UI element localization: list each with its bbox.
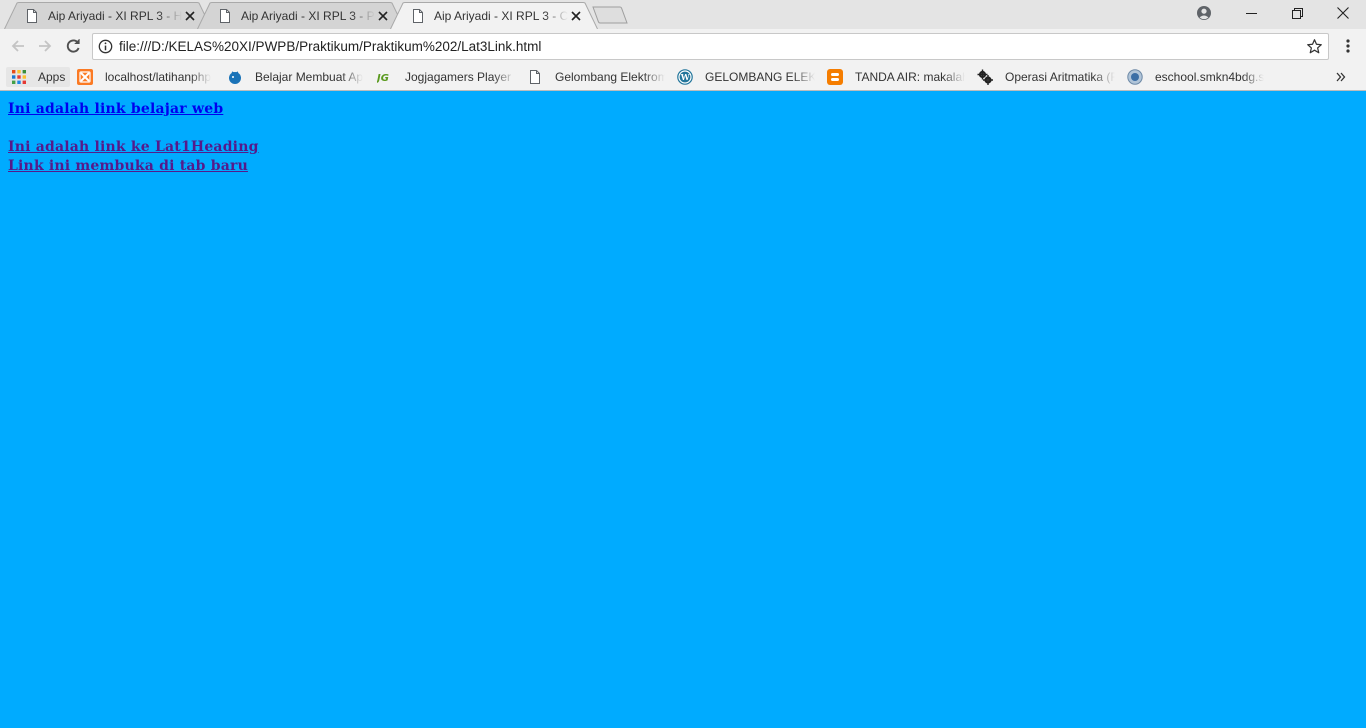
bookmark-gelombang-elektr[interactable]: W GELOMBANG ELEKTR	[677, 67, 815, 87]
blue-bird-icon	[227, 69, 243, 85]
bookmark-label: Jogjagamers Player F	[405, 70, 515, 84]
tab-title: Aip Ariyadi - XI RPL 3 - Paragraf	[241, 8, 375, 23]
page-icon	[27, 8, 37, 23]
page-icon	[220, 8, 230, 23]
xampp-icon	[77, 69, 93, 85]
bookmark-label: eschool.smkn4bdg.s	[1155, 70, 1265, 84]
chevron-double-right-icon[interactable]	[1336, 72, 1346, 82]
address-bar[interactable]: file:///D:/KELAS%20XI/PWPB/Praktikum/Pra…	[92, 33, 1329, 60]
browser-tab-active[interactable]: Aip Ariyadi - XI RPL 3 - Cara Membuat Li…	[390, 2, 598, 29]
back-button[interactable]	[5, 33, 31, 59]
bookmark-label: Belajar Membuat Ap	[255, 70, 364, 84]
bookmark-operasi-aritmatika[interactable]: Operasi Aritmatika (F	[977, 67, 1115, 87]
bookmark-gelombang[interactable]: Gelombang Elektrom	[527, 67, 665, 87]
close-tab-icon[interactable]	[568, 8, 584, 24]
arrow-left-icon	[11, 40, 24, 52]
bookmark-belajar-membuat[interactable]: Belajar Membuat Ap	[227, 67, 365, 87]
school-logo-icon	[1127, 69, 1143, 85]
tab-strip: Aip Ariyadi - XI RPL 3 - Heading Aip Ari…	[0, 0, 1366, 29]
bookmarks-bar: Apps localhost/latihanphp Belajar Membua…	[0, 63, 1366, 91]
gears-icon	[977, 69, 993, 85]
browser-tab[interactable]: Aip Ariyadi - XI RPL 3 - Paragraf	[197, 2, 405, 29]
bookmark-label: localhost/latihanphp	[105, 70, 212, 84]
close-window-button[interactable]	[1320, 0, 1366, 26]
restore-button[interactable]	[1274, 0, 1320, 26]
blogger-icon	[827, 69, 843, 85]
page-content: Ini adalah link belajar web Ini adalah l…	[0, 92, 1366, 728]
bookmark-eschool[interactable]: eschool.smkn4bdg.s	[1127, 67, 1265, 87]
jg-logo-icon: JG	[377, 69, 393, 85]
url-text[interactable]: file:///D:/KELAS%20XI/PWPB/Praktikum/Pra…	[119, 34, 541, 59]
bookmark-apps[interactable]: Apps	[6, 67, 70, 87]
minimize-button[interactable]	[1228, 0, 1274, 26]
bookmark-label: Operasi Aritmatika (F	[1005, 70, 1115, 84]
link-belajar-web[interactable]: Ini adalah link belajar web	[8, 101, 223, 117]
new-tab-button[interactable]	[592, 6, 628, 24]
forward-button[interactable]	[32, 33, 58, 59]
link-new-tab[interactable]: Link ini membuka di tab baru	[8, 158, 248, 174]
kebab-menu-icon	[1346, 39, 1350, 53]
tab-title: Aip Ariyadi - XI RPL 3 - Heading	[48, 8, 182, 23]
bookmark-label: Gelombang Elektrom	[555, 70, 665, 84]
close-tab-icon[interactable]	[182, 8, 198, 24]
apps-grid-icon	[11, 69, 27, 85]
link-lat1heading[interactable]: Ini adalah link ke Lat1Heading	[8, 139, 259, 155]
menu-button[interactable]	[1336, 33, 1360, 59]
profile-icon[interactable]	[1182, 0, 1226, 26]
bookmark-label: Apps	[38, 70, 66, 84]
reload-button[interactable]	[60, 33, 86, 59]
bookmark-label: TANDA AIR: makalah	[855, 70, 965, 84]
wordpress-icon: W	[677, 69, 693, 85]
page-icon	[413, 8, 423, 23]
reload-icon	[66, 39, 80, 53]
info-icon[interactable]	[98, 39, 113, 54]
arrow-right-icon	[39, 40, 52, 52]
page-icon	[527, 69, 543, 85]
browser-toolbar: file:///D:/KELAS%20XI/PWPB/Praktikum/Pra…	[0, 29, 1366, 63]
svg-text:JG: JG	[377, 73, 389, 84]
bookmark-jogjagamers[interactable]: JG Jogjagamers Player F	[377, 67, 515, 87]
browser-tab[interactable]: Aip Ariyadi - XI RPL 3 - Heading	[4, 2, 212, 29]
star-icon[interactable]	[1306, 38, 1323, 55]
bookmark-localhost[interactable]: localhost/latihanphp	[77, 67, 215, 87]
svg-text:W: W	[680, 72, 691, 82]
bookmark-tanda-air[interactable]: TANDA AIR: makalah	[827, 67, 965, 87]
bookmark-label: GELOMBANG ELEKTR	[705, 70, 815, 84]
close-tab-icon[interactable]	[375, 8, 391, 24]
tab-title: Aip Ariyadi - XI RPL 3 - Cara Membuat Li…	[434, 8, 568, 23]
